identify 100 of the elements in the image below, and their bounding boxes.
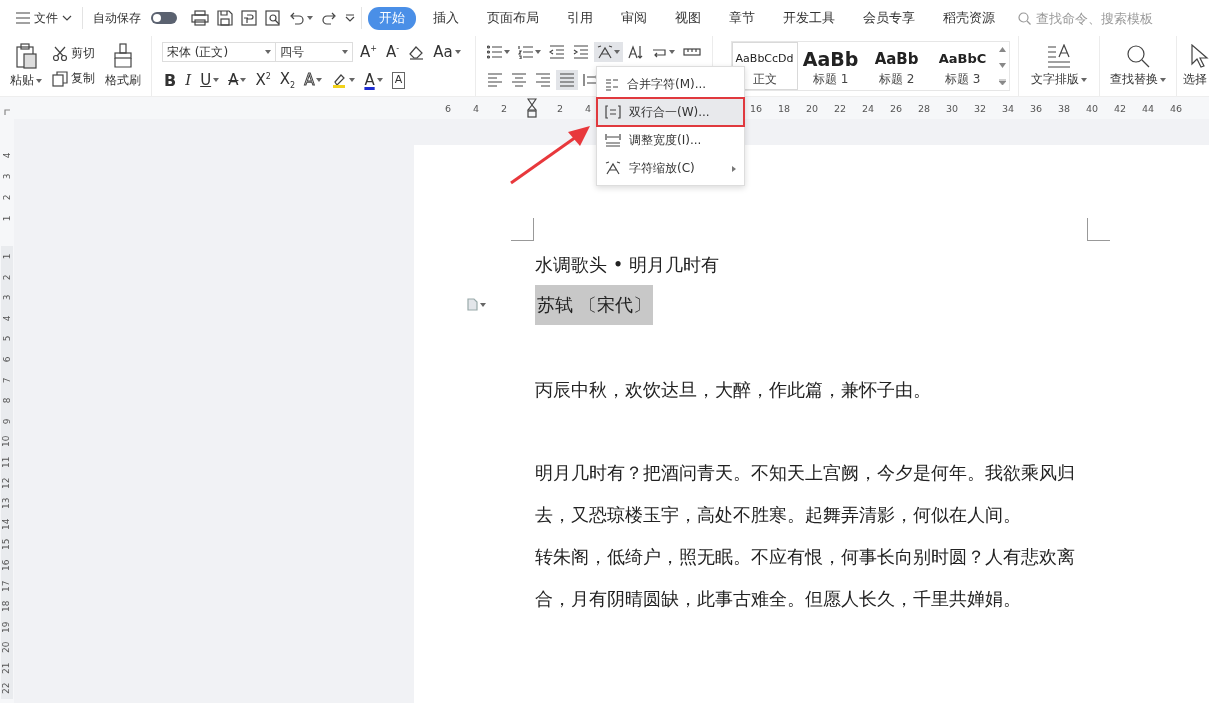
format-button[interactable]: A [362, 69, 385, 91]
ruler-number: 12 [1, 477, 13, 489]
indent-marker-icon [527, 98, 537, 118]
poem-author: 苏轼 〔宋代〕 [535, 285, 653, 325]
caret-icon [342, 50, 348, 54]
format-button[interactable]: X$_{2}$ [277, 69, 298, 91]
paragraph-marker-icon [467, 298, 478, 311]
poem-line: 转朱阁，低绮户，照无眠。不应有恨，何事长向别时圆？人有悲欢离 [535, 545, 1076, 569]
bracket-lines-icon [605, 105, 621, 119]
font-size-dropdown[interactable]: 四号 [275, 42, 353, 62]
ruler-number: 32 [972, 102, 988, 114]
ruler-number: 40 [1084, 102, 1100, 114]
caret-icon [349, 78, 356, 82]
export-icon [241, 10, 257, 26]
cut-button[interactable]: 剪切 [50, 44, 97, 63]
format-button[interactable]: A$^{-}$ [383, 41, 402, 63]
clipboard-icon [15, 43, 37, 69]
find-replace-button[interactable]: 查找替换 [1107, 42, 1168, 90]
ruler-number: 2 [1, 274, 13, 280]
justify-button[interactable] [555, 70, 578, 90]
align-right-icon [534, 73, 551, 87]
crop-mark [511, 218, 534, 241]
caret-icon [534, 50, 541, 54]
expand-icon [998, 78, 1006, 85]
format-button[interactable]: U [198, 69, 222, 91]
format-button[interactable]: A [226, 69, 249, 91]
format-button[interactable]: A [302, 69, 325, 91]
ruler-number: 2 [1, 194, 13, 201]
menu-icon [16, 12, 30, 24]
format-button[interactable]: Aa [431, 41, 463, 63]
ruler-number: 26 [888, 102, 904, 114]
caret-icon [668, 50, 675, 54]
format-button[interactable]: A$^{+}$ [358, 41, 379, 63]
ruler-number: 8 [1, 397, 13, 404]
menu-item[interactable]: 双行合一(W)... [597, 98, 744, 126]
style-option[interactable]: AaBb 标题 1 [797, 42, 864, 90]
format-button[interactable]: X$^{2}$ [253, 69, 273, 91]
ruler-number: 20 [1, 641, 13, 654]
caret-icon [454, 50, 461, 54]
scaling-icon [605, 161, 621, 175]
format-button[interactable]: A [389, 69, 408, 91]
select-button[interactable]: 选择 [1180, 42, 1209, 90]
format-button[interactable]: I [183, 69, 194, 91]
style-option[interactable]: AaBbC 标题 3 [929, 42, 996, 90]
search-icon [1018, 11, 1031, 25]
preview-icon [265, 10, 281, 26]
ruler-number: 18 [1, 600, 13, 613]
copy-icon [52, 70, 68, 87]
caret-icon [213, 78, 220, 82]
ribbon-tab[interactable]: 视图 [664, 6, 712, 30]
format-painter-button[interactable]: 格式刷 [103, 41, 143, 91]
caret-icon [376, 78, 383, 82]
scroll-down-icon [998, 63, 1006, 68]
highlighter-icon [331, 72, 348, 88]
crop-mark [1087, 218, 1110, 241]
ruler-number: 38 [1056, 102, 1072, 114]
caret-icon [36, 78, 42, 83]
redo-icon [321, 11, 337, 25]
font-family-dropdown[interactable]: 宋体 (正文) [162, 42, 276, 62]
ruler-number: 21 [1, 662, 13, 674]
ruler-number: 3 [1, 294, 13, 301]
undo-icon [289, 11, 305, 25]
ribbon-tab[interactable]: 页面布局 [476, 6, 550, 30]
style-option[interactable]: AaBb 标题 2 [863, 42, 930, 90]
ribbon-tab[interactable]: 稻壳资源 [932, 6, 1006, 30]
menu-item[interactable]: 字符缩放(C) [597, 154, 744, 182]
scissors-icon [52, 45, 68, 62]
submenu-arrow-icon [732, 166, 736, 172]
ruler-number: 16 [1, 559, 13, 571]
chevron-down-icon [62, 15, 72, 21]
character-scaling-button[interactable] [593, 42, 623, 62]
copy-button[interactable]: 复制 [50, 69, 97, 88]
ribbon-tab[interactable]: 引用 [556, 6, 604, 30]
caret-icon [1080, 77, 1087, 82]
eraser-icon [408, 44, 425, 60]
ribbon-tab[interactable]: 插入 [422, 6, 470, 30]
text-direction-icon [627, 45, 644, 59]
ruler-number: 1 [1, 215, 13, 222]
paste-button[interactable]: 粘贴 [8, 41, 44, 91]
ribbon-tab[interactable]: 章节 [718, 6, 766, 30]
text-layout-button[interactable]: 文字排版 [1028, 42, 1089, 90]
format-button[interactable]: B [162, 69, 179, 91]
command-search-field[interactable]: 查找命令、搜索模板 [1018, 9, 1178, 27]
ribbon-tab[interactable]: 审阅 [610, 6, 658, 30]
text-layout-icon [1046, 44, 1071, 68]
ruler-number: 4 [471, 102, 480, 114]
distribute-icon [582, 73, 599, 87]
file-menu[interactable]: 文件 [12, 6, 76, 30]
autosave-toggle[interactable] [151, 12, 177, 24]
ribbon-tab[interactable]: 会员专享 [852, 6, 926, 30]
combine-characters-icon [605, 77, 619, 91]
menu-item[interactable]: 调整宽度(I)... [597, 126, 744, 154]
printer-icon [191, 10, 209, 26]
ruler-number: 20 [804, 102, 820, 114]
ribbon-tab[interactable]: 开发工具 [772, 6, 846, 30]
ruler-number: 2 [499, 102, 508, 114]
caret-icon [316, 78, 323, 82]
outdent-icon [548, 45, 565, 59]
ruler-number: 42 [1112, 102, 1128, 114]
bullet-list-icon [486, 45, 503, 59]
